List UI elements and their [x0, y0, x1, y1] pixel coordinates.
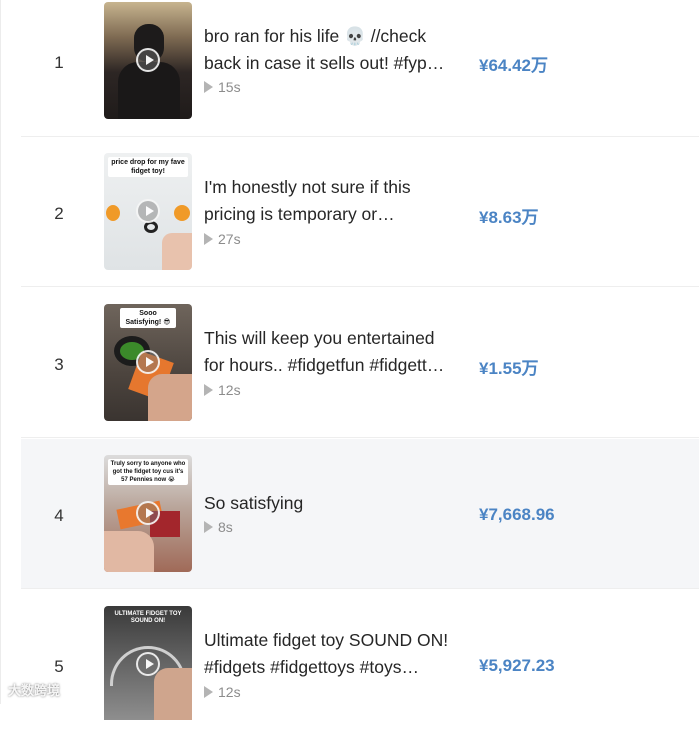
- video-duration: 12s: [204, 684, 241, 700]
- hand-shape: [162, 233, 192, 270]
- price-value: ¥7,668.96: [479, 505, 555, 524]
- title-line-2: back in case it sells out! #fyp…: [204, 53, 445, 73]
- duration-text: 8s: [218, 519, 233, 535]
- thumbnail-caption: ULTIMATE FIDGET TOY SOUND ON!: [114, 611, 182, 624]
- duration-text: 12s: [218, 684, 241, 700]
- title-line-1: bro ran for his life 💀 //check: [204, 26, 427, 46]
- video-thumbnail[interactable]: ULTIMATE FIDGET TOY SOUND ON!: [104, 606, 192, 720]
- video-title[interactable]: bro ran for his life 💀 //check back in c…: [204, 23, 459, 77]
- rank-number: 1: [54, 53, 64, 72]
- title-line-1: So satisfying: [204, 493, 304, 513]
- title-line-1: Ultimate fidget toy SOUND ON!: [204, 630, 449, 650]
- video-duration: 15s: [204, 79, 241, 95]
- title-line-2: pricing is temporary or…: [204, 204, 395, 224]
- table-row[interactable]: 4 Truly sorry to anyone who got the fidg…: [21, 439, 699, 589]
- title-line-2: #fidgets #fidgettoys #toys…: [204, 657, 419, 677]
- table-row[interactable]: 3 Sooo Satisfying! 😎 This will keep you …: [21, 288, 699, 438]
- table-row[interactable]: 2 price drop for my fave fidget toy! I'm…: [21, 137, 699, 287]
- price-value: ¥5,927.23: [479, 656, 555, 675]
- video-duration: 27s: [204, 231, 241, 247]
- video-thumbnail[interactable]: Sooo Satisfying! 😎: [104, 304, 192, 421]
- price-value: ¥8.63万: [479, 208, 539, 227]
- hand-shape: [104, 531, 154, 572]
- play-icon[interactable]: [136, 199, 160, 223]
- duration-text: 27s: [218, 231, 241, 247]
- hand-shape: [148, 374, 192, 421]
- rank-number: 4: [54, 506, 64, 525]
- price-value: ¥64.42万: [479, 56, 548, 75]
- video-duration: 12s: [204, 382, 241, 398]
- play-icon[interactable]: [136, 350, 160, 374]
- rank-number: 5: [54, 657, 64, 676]
- play-icon[interactable]: [136, 48, 160, 72]
- play-icon[interactable]: [136, 652, 160, 676]
- video-duration: 8s: [204, 519, 233, 535]
- play-triangle-icon: [204, 81, 213, 93]
- hand-shape: [154, 668, 192, 720]
- thumbnail-caption: Truly sorry to anyone who got the fidget…: [108, 459, 188, 485]
- rank-number: 2: [54, 204, 64, 223]
- title-line-1: I'm honestly not sure if this: [204, 177, 411, 197]
- play-triangle-icon: [204, 686, 213, 698]
- duration-text: 12s: [218, 382, 241, 398]
- play-triangle-icon: [204, 521, 213, 533]
- video-thumbnail[interactable]: price drop for my fave fidget toy!: [104, 153, 192, 270]
- video-thumbnail[interactable]: Truly sorry to anyone who got the fidget…: [104, 455, 192, 572]
- watermark: 大数跨境: [8, 683, 61, 698]
- video-title[interactable]: Ultimate fidget toy SOUND ON! #fidgets #…: [204, 627, 459, 681]
- table-row[interactable]: 1 bro ran for his life 💀 //check back in…: [21, 0, 699, 137]
- play-icon[interactable]: [136, 501, 160, 525]
- table-row[interactable]: 5 ULTIMATE FIDGET TOY SOUND ON! Ultimate…: [21, 590, 699, 740]
- title-line-1: This will keep you entertained: [204, 328, 435, 348]
- orange-shape: [174, 205, 190, 221]
- rank-number: 3: [54, 355, 64, 374]
- title-line-2: for hours.. #fidgetfun #fidgett…: [204, 355, 445, 375]
- video-thumbnail[interactable]: [104, 2, 192, 119]
- play-triangle-icon: [204, 384, 213, 396]
- video-title[interactable]: This will keep you entertained for hours…: [204, 325, 459, 379]
- video-ranking-table: 1 bro ran for his life 💀 //check back in…: [0, 0, 699, 720]
- price-value: ¥1.55万: [479, 359, 539, 378]
- duration-text: 15s: [218, 79, 241, 95]
- video-title[interactable]: I'm honestly not sure if this pricing is…: [204, 174, 459, 228]
- video-title[interactable]: So satisfying: [204, 490, 459, 517]
- play-triangle-icon: [204, 233, 213, 245]
- orange-shape: [106, 205, 120, 221]
- thumbnail-caption: price drop for my fave fidget toy!: [108, 157, 188, 177]
- thumbnail-caption: Sooo Satisfying! 😎: [120, 308, 176, 328]
